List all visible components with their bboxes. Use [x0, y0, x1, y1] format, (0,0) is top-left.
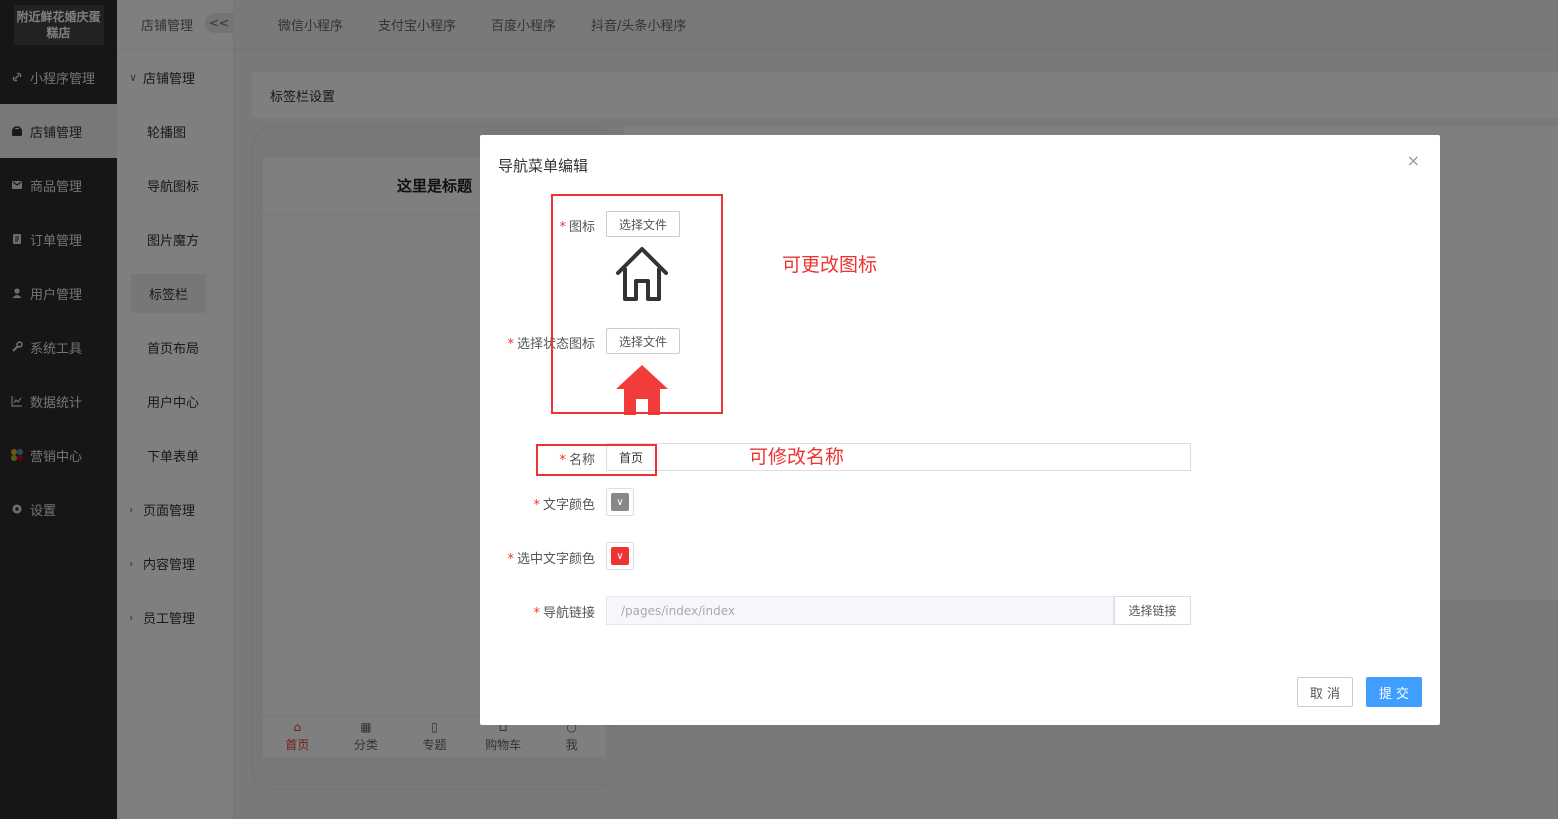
link-label: * 导航链接: [533, 602, 595, 621]
selected-text-color-label: * 选中文字颜色: [507, 548, 595, 567]
label-text: 导航链接: [542, 606, 595, 621]
label-text: 文字颜色: [542, 498, 595, 513]
link-input[interactable]: /pages/index/index: [606, 596, 1114, 625]
text-color-label: * 文字颜色: [533, 494, 595, 513]
text-color-picker[interactable]: ∨: [606, 488, 634, 516]
close-icon[interactable]: ×: [1407, 151, 1420, 170]
chevron-down-icon: ∨: [611, 547, 629, 565]
selected-text-color-picker[interactable]: ∨: [606, 542, 634, 570]
required-mark: *: [507, 552, 514, 567]
cancel-button[interactable]: 取 消: [1297, 677, 1353, 707]
label-text: 选中文字颜色: [516, 552, 595, 567]
required-mark: *: [533, 606, 540, 621]
choose-link-button[interactable]: 选择链接: [1114, 596, 1191, 625]
required-mark: *: [533, 498, 540, 513]
dialog-title: 导航菜单编辑: [498, 157, 589, 175]
annotation-change-name: 可修改名称: [749, 446, 845, 468]
chevron-down-icon: ∨: [611, 493, 629, 511]
annotation-icon-box: [551, 194, 723, 414]
annotation-name-box: [536, 444, 657, 476]
required-mark: *: [507, 337, 514, 352]
annotation-change-icon: 可更改图标: [782, 254, 878, 276]
submit-button[interactable]: 提 交: [1366, 677, 1422, 707]
name-input[interactable]: 首页: [606, 443, 1191, 471]
